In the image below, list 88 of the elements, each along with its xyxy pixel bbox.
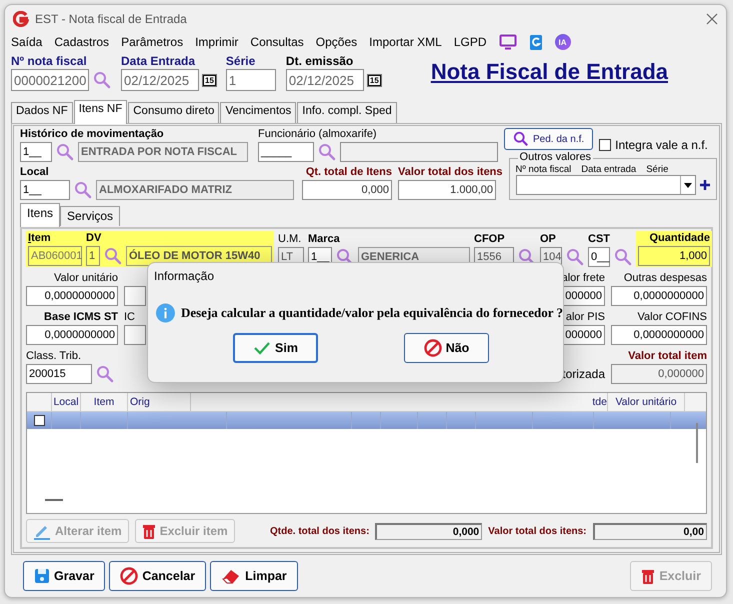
field-label: Data Entrada (121, 54, 196, 69)
cancel-button[interactable]: Cancelar (109, 561, 206, 591)
field-label: Base ICMS ST (43, 311, 118, 325)
tab[interactable]: Dados NF (11, 102, 73, 123)
menu-item[interactable]: Cadastros (54, 35, 110, 49)
tab[interactable]: Consumo direto (128, 102, 220, 123)
tab[interactable]: Itens NF (74, 100, 128, 124)
column-label: Nº nota fiscal (516, 164, 572, 175)
clear-button[interactable]: Limpar (210, 561, 298, 591)
tab[interactable]: Vencimentos (220, 102, 296, 123)
menu-item[interactable]: Parâmetros (121, 35, 184, 49)
field-label: CFOP (474, 233, 506, 247)
tab[interactable]: Itens (20, 203, 60, 227)
field-label: CST (588, 233, 611, 247)
text-field[interactable]: 02/12/2025 (121, 69, 199, 91)
total-label: Valor total dos itens: (488, 526, 587, 536)
description-field: ENTRADA POR NOTA FISCAL (78, 142, 248, 162)
total-field: 1.000,00 (398, 180, 496, 200)
integrate-checkbox[interactable]: Integra vale a n.f. (599, 128, 708, 162)
field-label: Nº nota fiscal (11, 54, 88, 69)
field-label: Dt. emissão (286, 54, 354, 69)
quantity-field[interactable]: 1,000 (638, 246, 710, 266)
menu-item[interactable]: Importar XML (369, 35, 442, 49)
field-label: OP (540, 233, 557, 247)
cst-field[interactable]: 0__ (588, 247, 610, 267)
code-field[interactable]: _____ (258, 142, 314, 162)
calendar-button[interactable]: 15 (203, 74, 216, 86)
value-field[interactable]: 0,0000000000 (26, 325, 118, 345)
tab[interactable]: Info. compl. Sped (297, 102, 397, 123)
column-header[interactable]: Orig (128, 393, 191, 411)
total-label: Qtde. total dos itens: (270, 526, 370, 536)
column-header[interactable]: Item (81, 393, 128, 411)
menu-item[interactable]: Saída (11, 35, 42, 49)
field-label: IC (124, 311, 136, 325)
code-field[interactable]: 1__ (20, 180, 70, 200)
text-field[interactable]: 1 (226, 69, 276, 91)
field-label: Item (28, 232, 52, 246)
field-label: Valor total dos itens (398, 166, 503, 180)
field-label: Valor total item (627, 350, 707, 364)
dialog-message: Deseja calcular a quantidade/valor pela equivalência do fornecedor ? (180, 305, 563, 321)
field-label: torizada (561, 367, 605, 381)
menu-item[interactable]: Opções (316, 35, 358, 49)
value-field: 0,000000 (611, 364, 707, 384)
tab[interactable]: Serviços (60, 206, 120, 226)
field-label: Valor unitário (53, 272, 118, 286)
group-title: Outros valores (518, 151, 594, 163)
code-field[interactable]: 1__ (20, 142, 52, 162)
field-label: Class. Trib. (26, 350, 82, 364)
field-label: alor PIS (564, 311, 605, 325)
ai-badge[interactable]: IA (554, 34, 571, 50)
field-label: U.M. (278, 233, 302, 247)
text-field[interactable]: 0000021200 (11, 69, 89, 91)
field-label: Outras despesas (622, 272, 707, 286)
column-header[interactable]: Local (52, 393, 81, 411)
field-label: Local (20, 166, 50, 180)
value-field[interactable]: 0,0000000000 (611, 286, 707, 306)
field-label: Quantidade (648, 232, 710, 246)
field-label: Qt. total de Itens (304, 166, 392, 180)
column-label: Data entrada (581, 164, 636, 175)
class-field[interactable]: 200015 (26, 364, 92, 384)
field-label: Valor COFINS (636, 311, 707, 325)
save-button[interactable]: Gravar (23, 561, 106, 591)
dv-field[interactable]: 1 (86, 246, 100, 266)
field-label: DV (86, 232, 102, 246)
no-button[interactable]: Não (404, 333, 489, 363)
field-label: Histórico de movimentação (20, 128, 165, 142)
field-label: Marca (308, 233, 341, 247)
total-field: 0,000 (375, 522, 482, 540)
yes-button[interactable]: Sim (233, 333, 318, 363)
field-label: Série (226, 54, 256, 69)
column-header[interactable]: Valor unitário (608, 393, 685, 411)
dialog-title: Informação (154, 269, 214, 283)
total-field: 0,000 (302, 180, 392, 200)
menu-item[interactable]: Consultas (250, 35, 304, 49)
value-field[interactable]: 0,0000000000 (611, 325, 707, 345)
column-header[interactable]: tde (587, 393, 608, 411)
page-heading: Nota Fiscal de Entrada (430, 59, 668, 85)
description-field: ALMOXARIFADO MATRIZ (96, 180, 294, 200)
menu-item[interactable]: LGPD (454, 35, 487, 49)
column-label: Série (646, 164, 668, 175)
calendar-button[interactable]: 15 (368, 74, 381, 86)
window-title: EST - Nota fiscal de Entrada (35, 12, 188, 26)
text-field[interactable]: 02/12/2025 (286, 69, 364, 91)
menu-item[interactable]: Imprimir (195, 35, 238, 49)
order-button[interactable]: Ped. da n.f. (504, 128, 594, 150)
field-label: Funcionário (almoxarife) (258, 128, 378, 142)
value-field[interactable]: 0,0000000000 (26, 286, 118, 306)
total-field: 0,00 (592, 522, 707, 540)
